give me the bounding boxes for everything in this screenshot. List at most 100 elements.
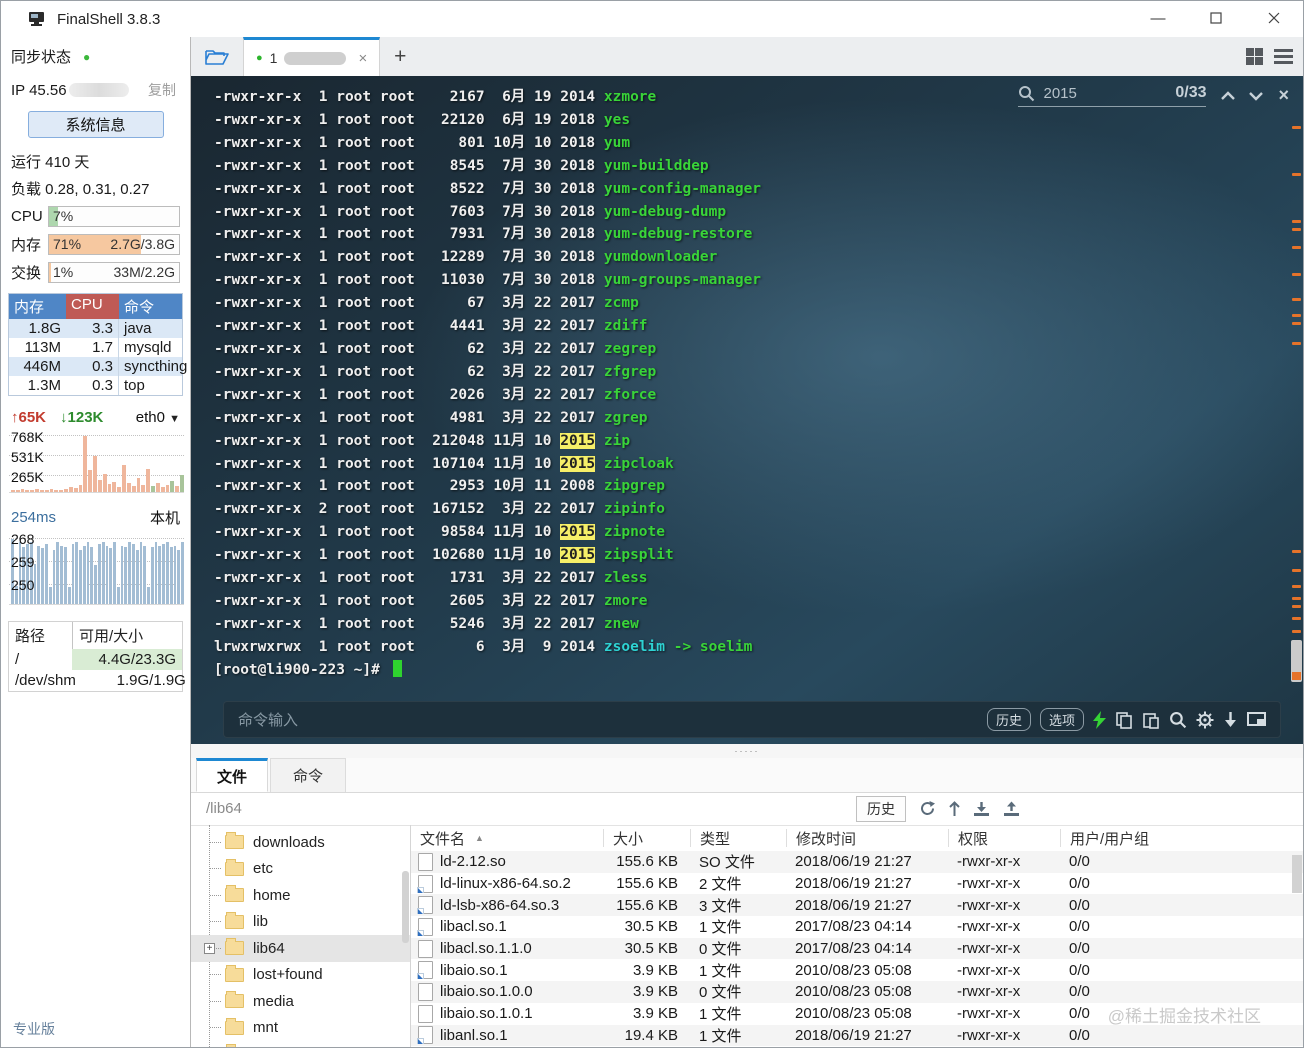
file-perms: -rwxr-xr-x (948, 940, 1060, 957)
minimize-button[interactable]: — (1129, 1, 1187, 35)
file-row[interactable]: libanl.so.119.4 KB1 文件2018/06/19 21:27-r… (411, 1025, 1303, 1047)
process-row[interactable]: 1.3M0.3top (9, 376, 182, 395)
folder-icon (225, 835, 244, 849)
col-perms[interactable]: 权限 (948, 829, 1060, 847)
col-type[interactable]: 类型 (690, 829, 786, 847)
expand-icon[interactable]: + (204, 943, 215, 954)
current-path[interactable]: /lib64 (206, 800, 242, 817)
download-file-icon[interactable] (973, 801, 990, 817)
ls-filename: zipsplit (604, 547, 674, 563)
tree-item-mnt[interactable]: mnt (191, 1015, 410, 1042)
ls-columns: -rwxr-xr-x 1 root root 2167 6月 19 (214, 89, 560, 105)
tab-commands[interactable]: 命令 (270, 758, 346, 792)
file-row[interactable]: libaio.so.1.0.03.9 KB0 文件2010/08/23 05:0… (411, 981, 1303, 1003)
tree-scrollbar[interactable] (402, 871, 409, 943)
tab-close-icon[interactable]: × (358, 50, 367, 67)
file-table-scrollbar[interactable] (1292, 855, 1302, 893)
bolt-icon[interactable] (1093, 711, 1106, 729)
chart-bar (30, 490, 34, 492)
hamburger-menu-icon[interactable] (1274, 49, 1293, 64)
col-size[interactable]: 大小 (603, 829, 690, 847)
new-tab-button[interactable]: + (380, 37, 420, 76)
tree-item-lib64[interactable]: +lib64 (191, 935, 410, 962)
copy-icon[interactable] (1115, 711, 1133, 729)
file-type: 1 文件 (690, 1025, 786, 1046)
download-arrow-icon[interactable] (1223, 711, 1238, 728)
path-bar: /lib64 历史 (191, 792, 1303, 826)
sp (595, 318, 604, 334)
col-mtime[interactable]: 修改时间 (786, 829, 948, 847)
process-row[interactable]: 113M1.7mysqld (9, 338, 182, 357)
screen-icon[interactable] (1247, 712, 1266, 728)
disk-row[interactable]: /dev/shm1.9G/1.9G (9, 670, 182, 691)
terminal[interactable]: -rwxr-xr-x 1 root root 2167 6月 19 2014 x… (191, 76, 1303, 744)
grid-view-icon[interactable] (1246, 48, 1263, 65)
tab-files[interactable]: 文件 (196, 758, 268, 792)
sp (595, 456, 604, 472)
copy-ip-button[interactable]: 复制 (148, 80, 176, 100)
file-row[interactable]: ld-2.12.so155.6 KBSO 文件2018/06/19 21:27-… (411, 851, 1303, 873)
tree-item-downloads[interactable]: downloads (191, 829, 410, 856)
search-prev-button[interactable] (1220, 91, 1236, 101)
up-directory-icon[interactable] (949, 801, 960, 817)
col-filename[interactable]: 文件名▲ (411, 829, 603, 847)
session-tab[interactable]: ● 1 × (243, 37, 380, 76)
terminal-scrollbar[interactable] (1290, 76, 1303, 744)
file-row[interactable]: ld-linux-x86-64.so.2155.6 KB2 文件2018/06/… (411, 873, 1303, 895)
ls-columns: -rwxr-xr-x 1 root root 8545 7月 30 (214, 158, 560, 174)
system-info-button[interactable]: 系统信息 (28, 111, 164, 138)
maximize-button[interactable] (1187, 1, 1245, 35)
tree-item-lib[interactable]: lib (191, 909, 410, 936)
chart-bar (87, 542, 90, 604)
col-owner[interactable]: 用户/用户组 (1060, 829, 1303, 847)
file-row[interactable]: libacl.so.130.5 KB1 文件2017/08/23 04:14-r… (411, 916, 1303, 938)
chart-bar (40, 490, 44, 492)
search-icon[interactable] (1169, 711, 1187, 729)
file-row[interactable]: libaio.so.13.9 KB1 文件2010/08/23 05:08-rw… (411, 959, 1303, 981)
paste-icon[interactable] (1142, 711, 1160, 729)
chart-bar (132, 486, 136, 492)
ls-columns: -rwxr-xr-x 1 root root 107104 11月 10 (214, 456, 560, 472)
tree-item-partial[interactable] (191, 1041, 410, 1047)
command-input[interactable]: 命令输入 (238, 709, 298, 730)
main-area: ● 1 × + -rwxr-xr-x 1 root root 2167 6月 1… (191, 37, 1303, 1047)
ls-columns: -rwxr-xr-x 1 root root 98584 11月 10 (214, 524, 560, 540)
process-row[interactable]: 446M0.3syncthing (9, 357, 182, 376)
process-row[interactable]: 1.8G3.3java (9, 319, 182, 338)
ls-filename: zip (604, 433, 630, 449)
disk-row[interactable]: /4.4G/23.3G (9, 649, 182, 670)
search-input[interactable]: 2015 (1043, 85, 1175, 102)
gear-icon[interactable] (1196, 711, 1214, 729)
panel-drag-handle[interactable]: ····· (191, 744, 1303, 758)
tree-item-lost+found[interactable]: lost+found (191, 962, 410, 989)
file-name-cell: ld-2.12.so (411, 853, 603, 871)
search-match-marker (1292, 630, 1301, 633)
search-match-marker (1292, 585, 1301, 588)
disk-col-path[interactable]: 路径 (9, 622, 72, 649)
disk-free-size: 1.9G/1.9G (82, 670, 192, 691)
process-col-mem[interactable]: 内存 (9, 294, 66, 319)
close-button[interactable] (1245, 1, 1303, 35)
process-col-cmd[interactable]: 命令 (119, 294, 182, 319)
terminal-scroll-thumb[interactable] (1291, 640, 1302, 681)
refresh-icon[interactable] (919, 800, 936, 817)
open-connection-button[interactable] (191, 37, 243, 76)
tree-item-etc[interactable]: etc (191, 856, 410, 883)
file-row[interactable]: libacl.so.1.1.030.5 KB0 文件2017/08/23 04:… (411, 938, 1303, 960)
history-button[interactable]: 历史 (987, 708, 1031, 731)
file-row[interactable]: ld-lsb-x86-64.so.3155.6 KB3 文件2018/06/19… (411, 894, 1303, 916)
upload-file-icon[interactable] (1003, 801, 1020, 817)
options-button[interactable]: 选项 (1040, 708, 1084, 731)
disk-col-free[interactable]: 可用/大小 (72, 622, 182, 649)
tree-item-media[interactable]: media (191, 988, 410, 1015)
sp (595, 364, 604, 380)
search-close-button[interactable]: × (1278, 85, 1289, 106)
interface-selector[interactable]: eth0 ▼ (136, 409, 180, 426)
process-col-cpu[interactable]: CPU (66, 294, 119, 319)
window-title: FinalShell 3.8.3 (57, 11, 160, 28)
search-next-button[interactable] (1248, 91, 1264, 101)
tree-item-home[interactable]: home (191, 882, 410, 909)
path-history-button[interactable]: 历史 (856, 796, 906, 822)
chart-bar (45, 490, 49, 492)
file-name-cell: libacl.so.1.1.0 (411, 940, 603, 958)
